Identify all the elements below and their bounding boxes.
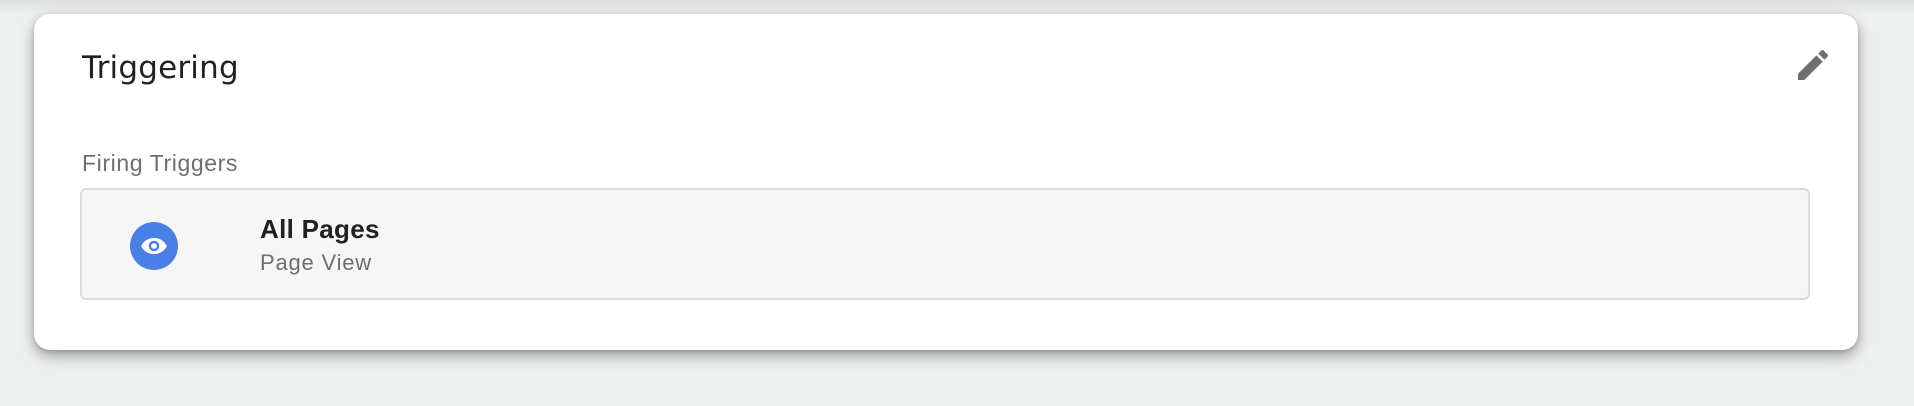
trigger-name: All Pages: [260, 214, 380, 244]
trigger-item-all-pages[interactable]: All Pages Page View: [80, 188, 1810, 300]
page-background: Triggering Firing Triggers All Pages Pag…: [0, 0, 1914, 406]
eye-icon: [130, 222, 178, 270]
card-title: Triggering: [82, 50, 239, 86]
triggering-card: Triggering Firing Triggers All Pages Pag…: [34, 14, 1858, 350]
pencil-icon: [1798, 49, 1829, 80]
firing-triggers-label: Firing Triggers: [82, 150, 238, 176]
edit-button[interactable]: [1790, 42, 1836, 88]
trigger-type: Page View: [260, 250, 372, 275]
